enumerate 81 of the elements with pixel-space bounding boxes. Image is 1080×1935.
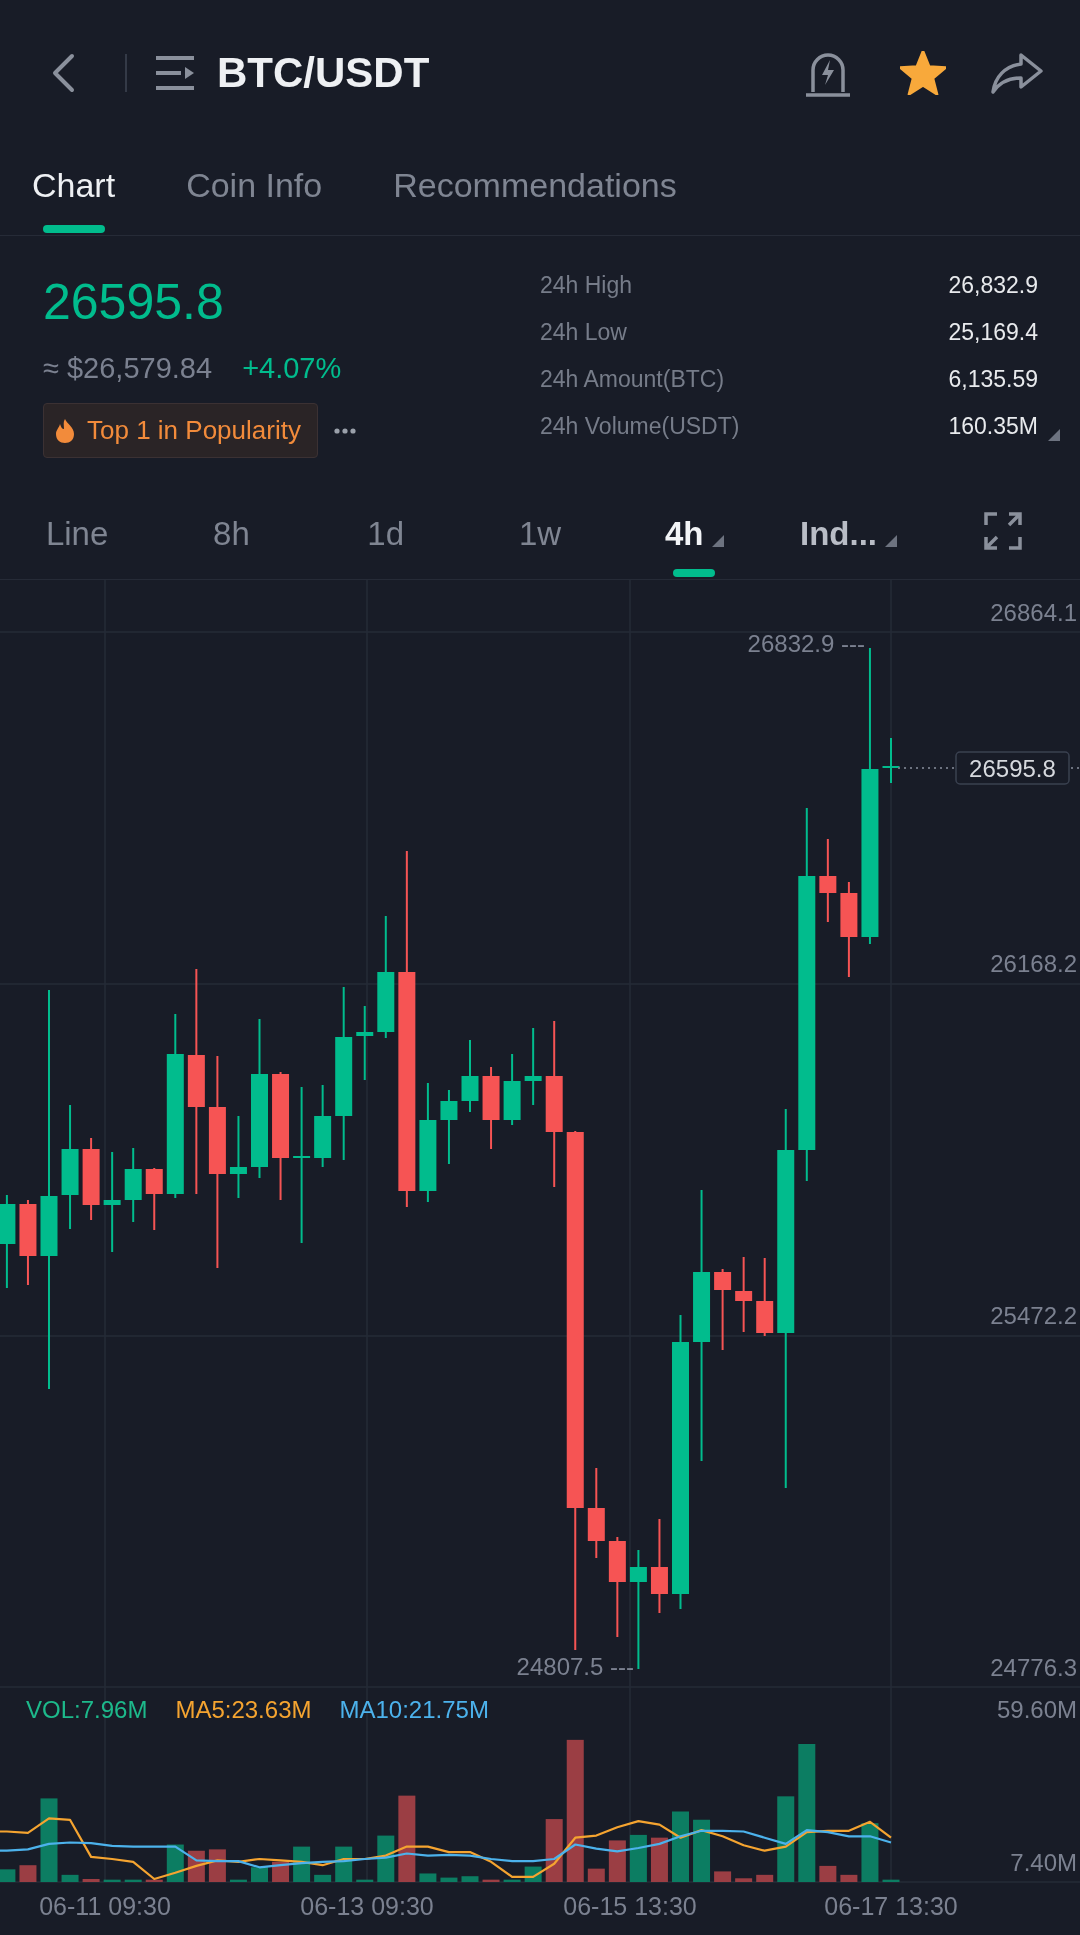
tab[interactable]: Chart [32, 146, 116, 235]
volume-bar [672, 1811, 689, 1882]
dropdown-tab[interactable]: Ind... [771, 478, 926, 579]
time-axis-label: 06-15 13:30 [563, 1892, 697, 1920]
volume-bar [714, 1871, 732, 1882]
volume-bar [819, 1865, 837, 1882]
last-price: 26595.8 [43, 273, 224, 331]
interval-tab[interactable]: 4h [617, 478, 772, 579]
volume-bar [82, 1879, 100, 1882]
volume-bar [145, 1879, 163, 1882]
volume-bar [840, 1874, 858, 1882]
volume-bar [124, 1879, 142, 1882]
interval-tab[interactable]: Line [0, 478, 155, 579]
legend-label: VOL:7.96M [26, 1695, 148, 1723]
legend-label: MA10:21.75M [339, 1695, 489, 1723]
stat-value: 160.35M [948, 411, 1038, 441]
volume-bar [0, 1869, 16, 1882]
volume-bar [103, 1879, 121, 1882]
time-axis-label: 06-11 09:30 [39, 1892, 171, 1920]
time-axis-label: 06-13 09:30 [300, 1892, 434, 1920]
share-icon[interactable] [990, 51, 1044, 95]
stat-label: 24h Low [540, 317, 627, 347]
interval-tab[interactable]: 1w [462, 478, 618, 579]
volume-bar [377, 1835, 395, 1882]
volume-bar [461, 1876, 479, 1882]
stat-label: 24h Amount(BTC) [540, 364, 725, 394]
popularity-label: Top 1 in Popularity [87, 414, 301, 447]
volume-axis-label: 59.60M [996, 1695, 1077, 1723]
low-price-label: 24807.5 --- [516, 1652, 634, 1680]
volume-bar [356, 1879, 374, 1882]
volume-bar [419, 1873, 437, 1882]
stat-label: 24h High [540, 270, 633, 300]
fullscreen-icon[interactable] [982, 511, 1023, 551]
fiat-price: ≈ $26,579.84 [43, 351, 213, 386]
volume-bar [693, 1819, 711, 1882]
volume-bar [229, 1879, 247, 1882]
time-axis-label: 06-17 13:30 [824, 1892, 958, 1920]
flame-icon [55, 417, 75, 444]
volume-bar [650, 1837, 668, 1882]
price-axis-label: 26864.1 [990, 598, 1077, 626]
volume-bar [440, 1877, 458, 1882]
volume-bar [608, 1840, 626, 1882]
pair-title: BTC/USDT [217, 49, 430, 97]
volume-bar [545, 1819, 563, 1882]
tab[interactable]: Recommendations [393, 146, 677, 235]
last-price-line [897, 767, 957, 769]
last-price-tag: 26595.8 [955, 751, 1070, 785]
more-icon[interactable] [333, 427, 356, 434]
stat-value: 25,169.4 [948, 317, 1038, 347]
price-change: +4.07% [242, 351, 342, 386]
price-axis-label: 26168.2 [990, 950, 1077, 978]
menu-icon[interactable] [154, 55, 196, 91]
volume-bar [293, 1846, 311, 1882]
volume-bar [756, 1874, 774, 1882]
candlestick [882, 737, 900, 784]
price-axis-label: 24776.3 [990, 1653, 1077, 1681]
interval-tab[interactable]: 1d [308, 478, 463, 579]
volume-bar [482, 1879, 500, 1882]
volume-bar [314, 1874, 332, 1882]
volume-bar [735, 1878, 753, 1882]
last-price-line [1070, 767, 1080, 769]
stat-value: 26,832.9 [948, 270, 1038, 300]
volume-bar [503, 1879, 521, 1882]
high-price-label: 26832.9 --- [747, 629, 865, 657]
volume-bar [251, 1867, 268, 1882]
volume-bar [882, 1879, 900, 1882]
legend-label: MA5:23.63M [175, 1695, 312, 1723]
price-axis-label: 25472.2 [990, 1301, 1077, 1329]
interval-tab[interactable]: 8h [154, 478, 309, 579]
volume-bar [19, 1865, 37, 1882]
tab[interactable]: Coin Info [186, 146, 323, 235]
volume-bar [208, 1849, 226, 1882]
back-icon[interactable] [50, 53, 76, 93]
star-icon[interactable] [900, 51, 946, 95]
candlestick [145, 1167, 163, 1231]
volume-bar [587, 1868, 605, 1882]
stat-value: 6,135.59 [948, 364, 1038, 394]
volume-bar [861, 1823, 879, 1882]
stat-label: 24h Volume(USDT) [540, 411, 740, 441]
volume-axis-label: 7.40M [1010, 1848, 1077, 1876]
volume-bar [61, 1874, 79, 1882]
